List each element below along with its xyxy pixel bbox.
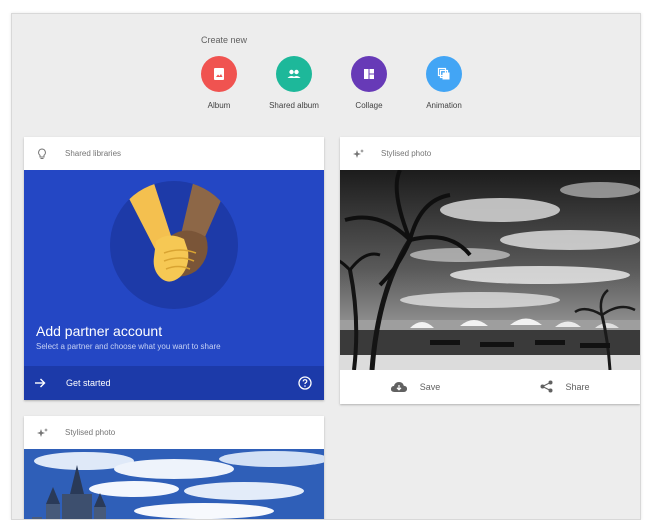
partner-subtitle: Select a partner and choose what you wan… bbox=[36, 342, 221, 351]
create-collage-label: Collage bbox=[355, 101, 383, 110]
create-shared-album-button[interactable]: Shared album bbox=[254, 56, 334, 110]
photo-actions: Save Share bbox=[340, 370, 640, 403]
card-header-label: Stylised photo bbox=[65, 428, 116, 437]
partner-account-card: Shared libraries Add partner account Sel… bbox=[24, 137, 324, 400]
create-collage-button[interactable]: Collage bbox=[329, 56, 409, 110]
sparkle-icon bbox=[353, 148, 367, 160]
lightbulb-icon bbox=[37, 147, 51, 160]
stylised-photo-beach[interactable] bbox=[340, 170, 640, 370]
create-animation-label: Animation bbox=[426, 101, 462, 110]
get-started-button[interactable]: Get started bbox=[66, 378, 111, 388]
sparkle-icon bbox=[37, 427, 51, 439]
save-button[interactable]: Save bbox=[340, 381, 490, 393]
create-album-button[interactable]: Album bbox=[179, 56, 259, 110]
card-header: Shared libraries bbox=[24, 137, 324, 170]
card-header-label: Shared libraries bbox=[65, 149, 122, 158]
get-started-bar[interactable]: Get started bbox=[24, 366, 324, 400]
assistant-panel: Create new Album Shared album Collage An… bbox=[11, 13, 641, 520]
share-icon bbox=[540, 380, 553, 393]
holding-hands-illustration bbox=[110, 181, 238, 309]
create-album-label: Album bbox=[207, 101, 231, 110]
cloud-download-icon bbox=[390, 381, 408, 393]
save-label: Save bbox=[419, 381, 441, 392]
stylised-photo-card-2: Stylised photo bbox=[24, 416, 324, 519]
shared-album-icon bbox=[276, 56, 312, 92]
animation-icon bbox=[426, 56, 462, 92]
share-label: Share bbox=[565, 381, 590, 392]
stylised-photo-card: Stylised photo Save Share bbox=[340, 137, 640, 404]
create-shared-album-label: Shared album bbox=[269, 101, 319, 110]
card-header: Stylised photo bbox=[340, 137, 640, 170]
partner-banner: Add partner account Select a partner and… bbox=[24, 170, 324, 366]
create-animation-button[interactable]: Animation bbox=[404, 56, 484, 110]
album-icon bbox=[201, 56, 237, 92]
help-icon[interactable] bbox=[298, 376, 312, 390]
card-header-label: Stylised photo bbox=[381, 149, 432, 158]
create-new-title: Create new bbox=[201, 35, 248, 45]
share-button[interactable]: Share bbox=[490, 380, 640, 393]
card-header: Stylised photo bbox=[24, 416, 324, 449]
collage-icon bbox=[351, 56, 387, 92]
stylised-photo-castle[interactable] bbox=[24, 449, 324, 519]
partner-title: Add partner account bbox=[36, 323, 163, 339]
arrow-right-icon bbox=[34, 378, 48, 388]
